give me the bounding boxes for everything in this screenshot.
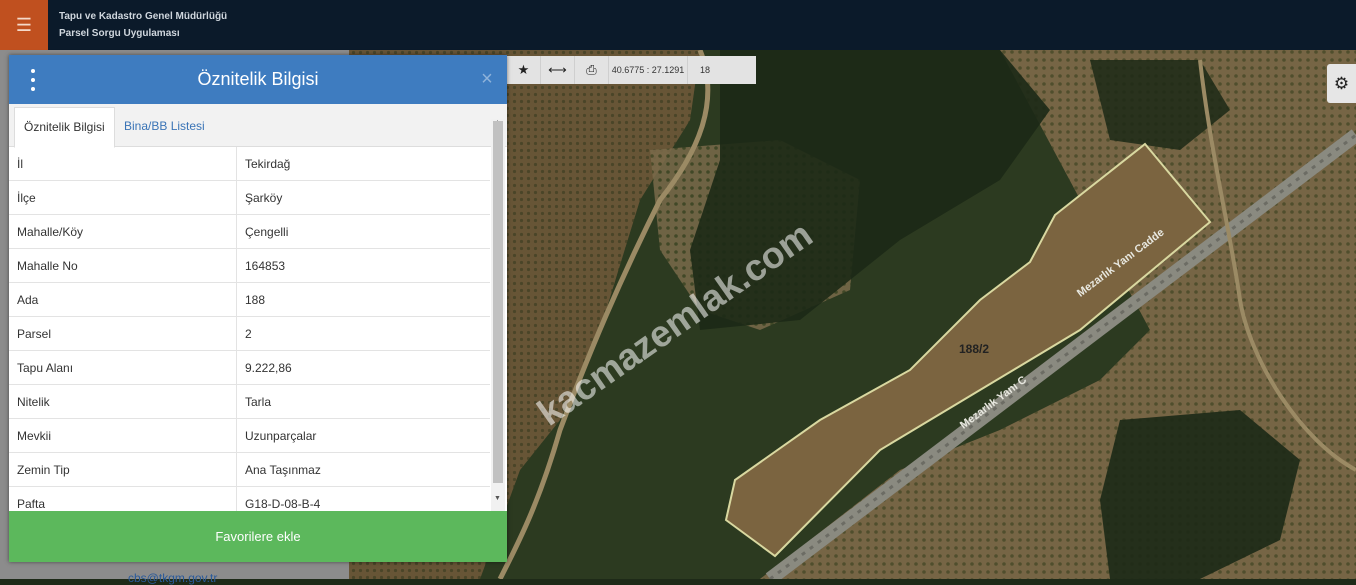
menu-button[interactable]: ☰ [0,0,48,50]
close-icon[interactable]: × [479,69,495,89]
star-icon[interactable]: ★ [507,56,541,84]
scroll-down-icon[interactable]: ▼ [494,495,501,502]
attribute-panel: Öznitelik Bilgisi × Öznitelik Bilgisi Bi… [9,55,507,562]
app-title: Tapu ve Kadastro Genel Müdürlüğü Parsel … [59,8,227,42]
table-row: İl Tekirdağ [9,147,490,181]
attribute-key: Parsel [9,316,237,351]
attribute-key: Ada [9,282,237,317]
attribute-value: 164853 [236,248,490,283]
org-name: Tapu ve Kadastro Genel Müdürlüğü [59,11,228,22]
attribute-value: 188 [236,282,490,317]
table-row: Nitelik Tarla [9,384,490,419]
table-row: Parsel 2 [9,316,490,351]
panel-title: Öznitelik Bilgisi [197,69,319,89]
parcel-label: 188/2 [959,342,990,356]
panel-header: Öznitelik Bilgisi × [9,55,507,104]
attribute-key: Mevkii [9,418,237,453]
add-favorite-button[interactable]: Favorilere ekle [9,511,507,562]
measure-icon[interactable]: ⟷ [541,56,575,84]
attribute-key: İl [9,147,237,181]
attribute-key: Nitelik [9,384,237,419]
app-name: Parsel Sorgu Uygulaması [59,28,180,39]
table-row: Ada 188 [9,282,490,317]
attribute-key: Mahalle/Köy [9,214,237,249]
attribute-value: Ana Taşınmaz [236,452,490,487]
tab-building-list[interactable]: Bina/BB Listesi [115,107,214,146]
attribute-value: Şarköy [236,180,490,215]
attribute-key: Pafta [9,486,237,511]
attribute-table: İl Tekirdağ İlçe Şarköy Mahalle/Köy Çengelli M… [9,147,490,511]
tab-bar: Öznitelik Bilgisi Bina/BB Listesi [9,104,507,148]
attribute-value: Uzunparçalar [236,418,490,453]
scrollbar-thumb[interactable] [493,121,503,483]
table-row: Mahalle No 164853 [9,248,490,283]
attribute-value: Çengelli [236,214,490,249]
attribute-value: Tekirdağ [236,147,490,181]
settings-button[interactable]: ⚙ [1327,64,1356,103]
attribute-value: G18-D-08-B-4 [236,486,490,511]
attribute-key: Mahalle No [9,248,237,283]
print-icon[interactable]: ⎙ [575,56,609,84]
scrollbar[interactable]: ▲ ▼ [491,119,505,512]
tab-attributes[interactable]: Öznitelik Bilgisi [14,107,115,148]
contact-email[interactable]: cbs@tkgm.gov.tr [128,571,217,585]
table-row: Zemin Tip Ana Taşınmaz [9,452,490,487]
kebab-menu-icon[interactable] [25,69,41,91]
attribute-key: Tapu Alanı [9,350,237,385]
attribute-value: Tarla [236,384,490,419]
table-row: Pafta G18-D-08-B-4 [9,486,490,511]
map-toolbar: ★ ⟷ ⎙ 40.6775 : 27.1291 18 [507,56,756,84]
attribute-value: 2 [236,316,490,351]
attribute-key: İlçe [9,180,237,215]
zoom-level: 18 [699,65,710,75]
table-row: Tapu Alanı 9.222,86 [9,350,490,385]
attribute-key: Zemin Tip [9,452,237,487]
table-row: Mahalle/Köy Çengelli [9,214,490,249]
hamburger-icon: ☰ [15,14,33,35]
coordinate-readout: 40.6775 : 27.1291 [609,56,688,84]
top-bar: ☰ Tapu ve Kadastro Genel Müdürlüğü Parse… [0,0,1356,50]
table-row: Mevkii Uzunparçalar [9,418,490,453]
attribute-value: 9.222,86 [236,350,490,385]
gear-icon: ⚙ [1333,73,1350,93]
table-row: İlçe Şarköy [9,180,490,215]
